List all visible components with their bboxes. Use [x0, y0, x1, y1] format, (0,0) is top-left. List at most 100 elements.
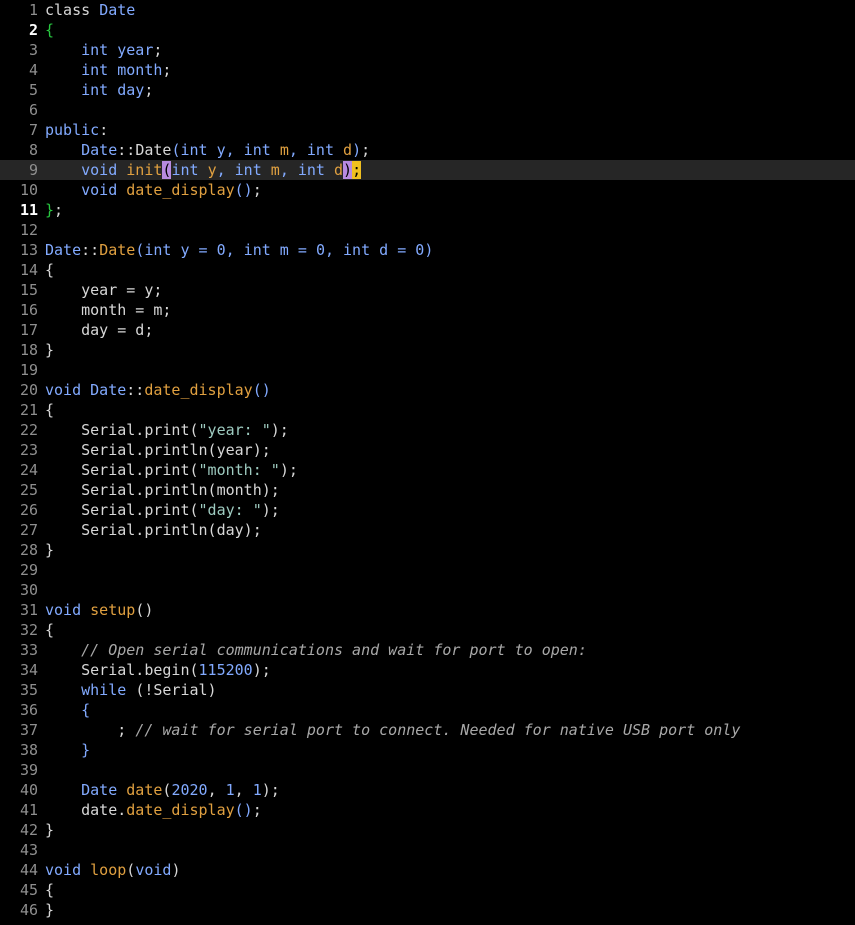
line-number: 16 — [19, 301, 38, 319]
code-editor[interactable]: 1 class Date 2{3 int year; 4 int month; 5 in… — [0, 0, 855, 925]
code-token: ; — [352, 161, 362, 179]
code-token: ; — [45, 721, 136, 739]
code-token: y — [207, 161, 217, 179]
code-line[interactable]: 13 Date::Date(int y = 0, int m = 0, int d… — [0, 240, 855, 260]
code-line[interactable]: 33 // Open serial communications and wai… — [0, 640, 855, 660]
code-line[interactable]: 19 — [0, 360, 855, 380]
code-token: void — [45, 601, 91, 619]
code-line[interactable]: 1 class Date — [0, 0, 855, 20]
code-token: "year: " — [198, 421, 271, 439]
code-line[interactable]: 8 Date::Date(int y, int m, int d); — [0, 140, 855, 160]
code-token: ) — [343, 161, 353, 179]
code-text: ; // wait for serial port to connect. Ne… — [45, 720, 740, 740]
code-token: int — [171, 161, 208, 179]
code-line[interactable]: 4 int month; — [0, 60, 855, 80]
code-line[interactable]: 21 { — [0, 400, 855, 420]
code-line[interactable]: 46} — [0, 900, 855, 920]
code-line[interactable]: 41 date.date_display(); — [0, 800, 855, 820]
code-token: date. — [45, 801, 127, 819]
code-line[interactable]: 10 void date_display(); — [0, 180, 855, 200]
current-code-line[interactable]: 9 void init(int y, int m, int d); — [0, 160, 855, 180]
code-token: ); — [252, 661, 271, 679]
code-line[interactable]: 30 — [0, 580, 855, 600]
code-line[interactable]: 31 void setup() — [0, 600, 855, 620]
code-token: { — [45, 21, 55, 39]
code-line[interactable]: 17 day = d; — [0, 320, 855, 340]
code-line[interactable]: 5 int day; — [0, 80, 855, 100]
code-text: date.date_display(); — [45, 800, 262, 820]
code-token: Date — [99, 241, 136, 259]
code-line[interactable]: 43 — [0, 840, 855, 860]
code-line[interactable]: 7 public: — [0, 120, 855, 140]
code-token: // Open serial communications and wait f… — [81, 641, 587, 659]
code-text: Date::Date(int y, int m, int d); — [45, 140, 370, 160]
code-token: { — [45, 621, 55, 639]
code-line[interactable]: 36 { — [0, 700, 855, 720]
code-line[interactable]: 11}; — [0, 200, 855, 220]
code-line[interactable]: 24 Serial.print("month: "); — [0, 460, 855, 480]
line-number: 11 — [19, 201, 38, 219]
code-token: void — [135, 861, 172, 879]
code-line[interactable]: 2{ — [0, 20, 855, 40]
code-token: , int — [288, 141, 344, 159]
code-token: } — [45, 341, 55, 359]
code-text: void setup() — [45, 600, 153, 620]
code-line[interactable]: 35 while (!Serial) — [0, 680, 855, 700]
code-line[interactable]: 3 int year; — [0, 40, 855, 60]
code-line[interactable]: 26 Serial.print("day: "); — [0, 500, 855, 520]
code-line[interactable]: 28} — [0, 540, 855, 560]
code-token: m — [279, 141, 289, 159]
code-token: ; — [144, 81, 154, 99]
code-line[interactable]: 37 ; // wait for serial port to connect.… — [0, 720, 855, 740]
code-text: Serial.print("day: "); — [45, 500, 280, 520]
code-text: { — [45, 260, 54, 280]
code-text: class Date — [45, 0, 135, 20]
code-token: : — [99, 121, 109, 139]
code-line[interactable]: 16 month = m; — [0, 300, 855, 320]
code-line[interactable]: 22 Serial.print("year: "); — [0, 420, 855, 440]
code-text: // Open serial communications and wait f… — [45, 640, 587, 660]
code-text: Date date(2020, 1, 1); — [45, 780, 280, 800]
code-token: Serial.print( — [45, 461, 199, 479]
code-token: ); — [261, 501, 280, 519]
code-line[interactable]: 27 Serial.println(day); — [0, 520, 855, 540]
line-number: 2 — [28, 21, 38, 39]
code-text: int day; — [45, 80, 153, 100]
code-line[interactable]: 45 { — [0, 880, 855, 900]
code-text: Serial.print("year: "); — [45, 420, 289, 440]
code-token: d — [343, 141, 353, 159]
code-line[interactable]: 23 Serial.println(year); — [0, 440, 855, 460]
code-token: int — [81, 81, 118, 99]
code-line[interactable]: 40 Date date(2020, 1, 1); — [0, 780, 855, 800]
line-number: 17 — [19, 321, 38, 339]
code-line[interactable]: 18} — [0, 340, 855, 360]
code-line[interactable]: 20 void Date::date_display() — [0, 380, 855, 400]
line-number: 39 — [19, 761, 38, 779]
code-token: (int y, int — [171, 141, 280, 159]
code-line[interactable]: 39 — [0, 760, 855, 780]
code-line[interactable]: 29 — [0, 560, 855, 580]
code-line[interactable]: 34 Serial.begin(115200); — [0, 660, 855, 680]
line-number: 42 — [19, 821, 38, 839]
line-number: 32 — [19, 621, 38, 639]
line-number: 35 — [19, 681, 38, 699]
code-token: Date — [90, 381, 127, 399]
code-token: class — [45, 1, 100, 19]
code-line[interactable]: 6 — [0, 100, 855, 120]
code-line[interactable]: 44 void loop(void) — [0, 860, 855, 880]
code-token: void — [81, 161, 127, 179]
code-line[interactable]: 12 — [0, 220, 855, 240]
code-text: Serial.println(year); — [45, 440, 271, 460]
code-token: date_display — [144, 381, 253, 399]
code-token: ) — [171, 861, 181, 879]
line-number: 43 — [19, 841, 38, 859]
code-line[interactable]: 25 Serial.println(month); — [0, 480, 855, 500]
code-line[interactable]: 15 year = y; — [0, 280, 855, 300]
line-number: 20 — [19, 381, 38, 399]
code-line[interactable]: 14 { — [0, 260, 855, 280]
code-line[interactable]: 42} — [0, 820, 855, 840]
code-line[interactable]: 32 { — [0, 620, 855, 640]
code-line[interactable]: 38 } — [0, 740, 855, 760]
